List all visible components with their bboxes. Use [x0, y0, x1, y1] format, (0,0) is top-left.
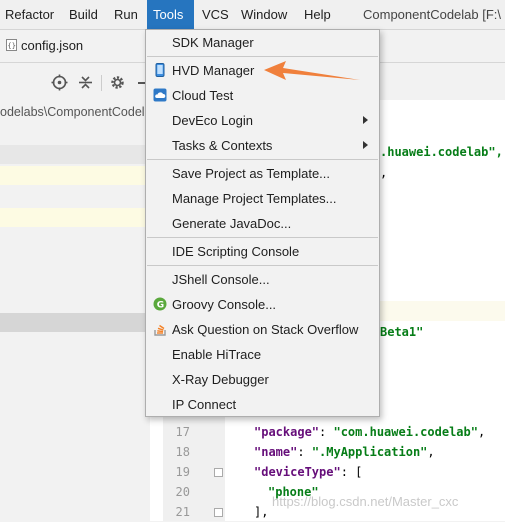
- menu-tools[interactable]: Tools: [147, 0, 194, 29]
- project-panel: [0, 124, 150, 521]
- toolbar-divider: [101, 75, 102, 91]
- menu-window[interactable]: Window: [238, 0, 290, 29]
- svg-text:{}: {}: [8, 42, 16, 50]
- menu-bar: Refactor Build Run Tools VCS Window Help…: [0, 0, 505, 30]
- submenu-arrow-icon: [363, 141, 368, 149]
- menu-item-cloud-test[interactable]: Cloud Test: [146, 83, 379, 108]
- project-tree-row-selected[interactable]: [0, 313, 150, 332]
- menu-separator: [147, 56, 378, 57]
- crosshair-icon[interactable]: [51, 74, 68, 91]
- line-number: 19: [175, 465, 190, 479]
- code-line-package: "package": "com.huawei.codelab",: [254, 425, 486, 439]
- line-number: 21: [175, 505, 190, 519]
- fold-marker-icon[interactable]: [214, 508, 223, 517]
- stackoverflow-icon: [154, 324, 166, 336]
- annotation-arrow-icon: [264, 61, 360, 80]
- watermark: https://blog.csdn.net/Master_cxc: [272, 494, 459, 509]
- menu-separator: [147, 237, 378, 238]
- menu-vcs[interactable]: VCS: [199, 0, 232, 29]
- project-tree-row[interactable]: [0, 208, 150, 227]
- file-tab-label: config.json: [21, 38, 84, 53]
- code-line-close-bracket: ],: [254, 505, 269, 519]
- menu-item-sdk-manager[interactable]: SDK Manager: [146, 30, 379, 55]
- cloud-icon: [153, 88, 167, 102]
- tools-menu: SDK Manager HVD Manager Cloud Test DevEc…: [145, 29, 380, 417]
- project-tree-row[interactable]: [0, 166, 150, 185]
- collapse-icon[interactable]: [77, 74, 94, 91]
- project-tree-row[interactable]: [0, 145, 150, 164]
- menu-item-ask-stackoverflow[interactable]: Ask Question on Stack Overflow: [146, 317, 379, 342]
- json-file-icon: {}: [6, 39, 17, 51]
- menu-refactor[interactable]: Refactor: [2, 0, 57, 29]
- menu-item-xray-debugger[interactable]: X-Ray Debugger: [146, 367, 379, 392]
- menu-build[interactable]: Build: [66, 0, 101, 29]
- line-number: 18: [175, 445, 190, 459]
- menu-item-manage-templates[interactable]: Manage Project Templates...: [146, 186, 379, 211]
- menu-item-deveco-login[interactable]: DevEco Login: [146, 108, 379, 133]
- gear-icon[interactable]: [109, 74, 126, 91]
- menu-item-ip-connect[interactable]: IP Connect: [146, 392, 379, 417]
- menu-item-save-project-template[interactable]: Save Project as Template...: [146, 161, 379, 186]
- menu-item-ide-scripting-console[interactable]: IDE Scripting Console: [146, 239, 379, 264]
- groovy-icon: G: [153, 297, 167, 311]
- menu-item-generate-javadoc[interactable]: Generate JavaDoc...: [146, 211, 379, 236]
- menu-item-tasks-contexts[interactable]: Tasks & Contexts: [146, 133, 379, 158]
- window-title: ComponentCodelab [F:\: [363, 7, 502, 22]
- breadcrumb-path: odelabs\ComponentCodel: [0, 100, 150, 124]
- line-number: 17: [175, 425, 190, 439]
- line-number: 20: [175, 485, 190, 499]
- svg-text:G: G: [157, 301, 164, 311]
- fold-marker-icon[interactable]: [214, 468, 223, 477]
- file-tab-config-json[interactable]: {} config.json: [6, 38, 83, 53]
- code-line-devicetype: "deviceType": [: [254, 465, 363, 479]
- code-line-name: "name": ".MyApplication",: [254, 445, 435, 459]
- code-fragment: Beta1": [380, 325, 424, 339]
- menu-separator: [147, 265, 378, 266]
- submenu-arrow-icon: [363, 116, 368, 124]
- code-fragment: ,: [380, 166, 388, 180]
- menu-separator: [147, 159, 378, 160]
- code-fragment: .huawei.codelab",: [380, 145, 503, 159]
- menu-item-jshell-console[interactable]: JShell Console...: [146, 267, 379, 292]
- phone-icon: [155, 63, 165, 77]
- menu-help[interactable]: Help: [301, 0, 334, 29]
- menu-item-enable-hitrace[interactable]: Enable HiTrace: [146, 342, 379, 367]
- menu-item-groovy-console[interactable]: G Groovy Console...: [146, 292, 379, 317]
- menu-run[interactable]: Run: [111, 0, 141, 29]
